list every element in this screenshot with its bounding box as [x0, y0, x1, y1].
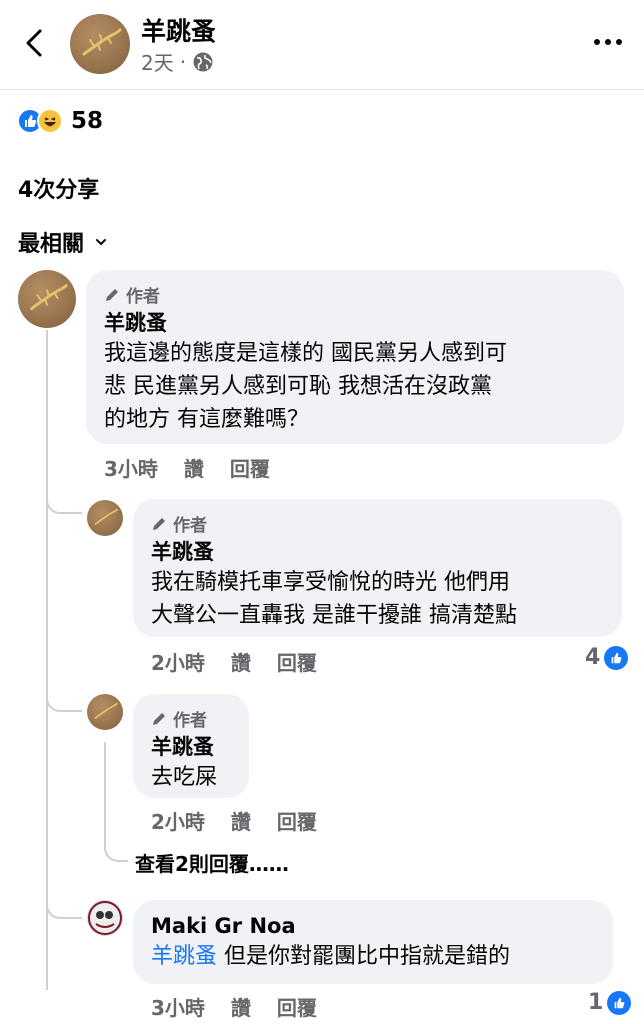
like-button[interactable]: 讚 — [184, 453, 204, 482]
group-logo-picture — [88, 901, 122, 935]
comment-time[interactable]: 2小時 — [151, 806, 205, 835]
author-badge: 作者 — [104, 282, 606, 307]
sort-label: 最相關 — [18, 232, 85, 257]
thread-branch — [46, 686, 82, 712]
post-header: 羊跳蚤 2天 · — [0, 0, 644, 90]
author-badge-label: 作者 — [173, 516, 207, 536]
comment-body: 但是你對罷團比中指就是錯的 — [217, 944, 511, 969]
sort-dropdown[interactable]: 最相關 — [18, 226, 108, 258]
comment-actions: 3小時 讚 回覆 — [104, 453, 296, 482]
lizard-picture — [82, 28, 122, 56]
thread-line — [46, 330, 48, 990]
comment-time[interactable]: 3小時 — [151, 992, 205, 1021]
comment-line: 去吃屎 — [151, 765, 218, 790]
reaction-count: 58 — [71, 108, 104, 134]
like-count-value: 4 — [585, 645, 601, 670]
reaction-summary[interactable]: 58 — [17, 108, 103, 134]
author-badge: 作者 — [151, 511, 604, 536]
like-button[interactable]: 讚 — [231, 992, 251, 1021]
author-badge-label: 作者 — [126, 287, 160, 307]
comment-text: 羊跳蚤 但是你對罷團比中指就是錯的 — [151, 940, 595, 973]
pencil-icon — [106, 288, 118, 301]
comment-bubble[interactable]: Maki Gr Noa 羊跳蚤 但是你對罷團比中指就是錯的 — [133, 900, 613, 984]
author-badge: 作者 — [151, 706, 231, 731]
author-badge-label: 作者 — [173, 711, 207, 731]
lizard-picture — [94, 702, 118, 719]
like-icon — [604, 645, 629, 670]
comment-line: 大聲公一直轟我 是誰干擾誰 搞清楚點 — [151, 603, 517, 628]
reply-button[interactable]: 回覆 — [230, 453, 270, 482]
more-dots-icon — [594, 39, 622, 45]
comment-time[interactable]: 2小時 — [151, 647, 205, 676]
comment-bubble[interactable]: 作者 羊跳蚤 我在騎模托車享受愉悅的時光 他們用 大聲公一直轟我 是誰干擾誰 搞… — [133, 499, 622, 637]
comment-line: 我在騎模托車享受愉悅的時光 他們用 — [151, 570, 510, 595]
post-time[interactable]: 2天 — [141, 47, 174, 76]
globe-icon — [193, 52, 213, 71]
like-icon — [607, 990, 632, 1015]
view-more-replies-link[interactable]: 查看2則回覆…… — [135, 848, 289, 877]
thread-branch — [46, 893, 82, 919]
commenter-name[interactable]: 羊跳蚤 — [151, 538, 604, 566]
like-count-value: 1 — [588, 990, 604, 1015]
reply-button[interactable]: 回覆 — [277, 806, 317, 835]
comment-avatar[interactable] — [87, 900, 123, 936]
comment-avatar[interactable] — [18, 270, 76, 328]
comment-line: 悲 民進黨另人感到可恥 我想活在沒政黨 — [104, 374, 492, 399]
chevron-down-icon — [96, 239, 107, 246]
comment-bubble[interactable]: 作者 羊跳蚤 我這邊的態度是這樣的 國民黨另人感到可 悲 民進黨另人感到可恥 我… — [86, 270, 624, 444]
comment-avatar[interactable] — [87, 500, 123, 536]
comment-avatar[interactable] — [87, 694, 123, 730]
reply-button[interactable]: 回覆 — [277, 647, 317, 676]
meta-separator: · — [179, 49, 187, 74]
comment-time[interactable]: 3小時 — [104, 453, 158, 482]
more-options-button[interactable] — [592, 30, 626, 54]
reply-thread-line — [104, 742, 106, 837]
commenter-name[interactable]: Maki Gr Noa — [151, 912, 595, 940]
like-button[interactable]: 讚 — [231, 806, 251, 835]
author-avatar[interactable] — [70, 14, 130, 74]
post-meta: 2天 · — [141, 47, 214, 76]
like-button[interactable]: 讚 — [231, 647, 251, 676]
comment-actions: 2小時 讚 回覆 — [151, 647, 343, 676]
comment-like-count[interactable]: 4 — [585, 645, 629, 670]
pencil-icon — [153, 517, 165, 530]
back-button[interactable] — [18, 26, 52, 60]
thread-branch — [46, 488, 82, 514]
comment-actions: 2小時 讚 回覆 — [151, 806, 343, 835]
comment-bubble[interactable]: 作者 羊跳蚤 去吃屎 — [133, 694, 249, 798]
lizard-picture — [94, 508, 118, 525]
reply-button[interactable]: 回覆 — [277, 992, 317, 1021]
lizard-picture — [30, 284, 68, 311]
comment-line: 的地方 有這麼難嗎？ — [104, 407, 309, 432]
haha-icon — [37, 108, 63, 134]
chevron-left-icon — [26, 29, 42, 57]
comment-like-count[interactable]: 1 — [588, 990, 632, 1015]
author-name[interactable]: 羊跳蚤 — [141, 12, 216, 48]
comment-actions: 3小時 讚 回覆 — [151, 992, 343, 1021]
commenter-name[interactable]: 羊跳蚤 — [151, 733, 231, 761]
reply-thread-branch — [104, 836, 128, 862]
share-count[interactable]: 4次分享 — [18, 172, 99, 204]
commenter-name[interactable]: 羊跳蚤 — [104, 309, 606, 337]
pencil-icon — [153, 712, 165, 725]
comment-line: 我這邊的態度是這樣的 國民黨另人感到可 — [104, 341, 507, 366]
mention-link[interactable]: 羊跳蚤 — [151, 944, 217, 969]
